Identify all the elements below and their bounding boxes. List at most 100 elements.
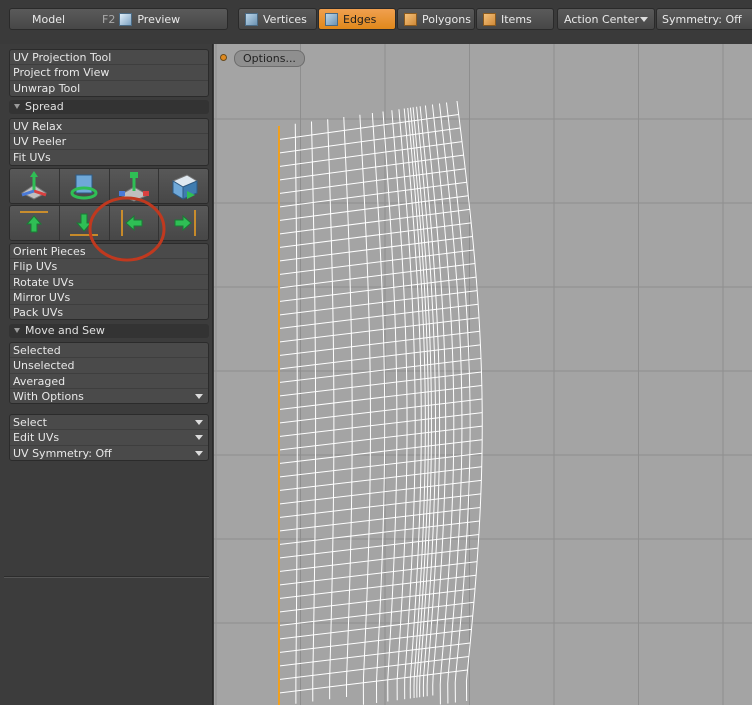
preview-icon xyxy=(119,12,133,26)
vertices-button[interactable]: Vertices xyxy=(238,8,317,30)
vertices-icon xyxy=(245,12,258,26)
polygons-icon xyxy=(404,12,417,26)
uv-edge xyxy=(278,588,476,613)
uv-projection-tool-button[interactable]: UV Projection Tool xyxy=(10,50,208,66)
uv-viewport[interactable]: Options... xyxy=(214,44,752,705)
model-shortcut: F2 xyxy=(102,12,116,26)
options-button[interactable]: Options... xyxy=(234,50,305,67)
uv-edge xyxy=(278,561,478,586)
uv-edge xyxy=(278,249,474,275)
uv-edge xyxy=(278,371,482,397)
action-center-label: Action Center xyxy=(564,12,639,26)
items-label: Items xyxy=(501,12,532,26)
uv-tools-panel: UV Projection Tool Project from View Unw… xyxy=(0,44,213,705)
spread-tools-group: UV Relax UV Peeler Fit UVs xyxy=(9,118,209,166)
uv-grid xyxy=(214,44,752,705)
uv-edge xyxy=(278,290,478,316)
uv-edge xyxy=(278,317,480,343)
select-dropdown[interactable]: Select xyxy=(10,415,208,431)
layout-tabs: Model F2 Preview xyxy=(9,8,228,30)
uv-peeler-button[interactable]: UV Peeler xyxy=(10,134,208,150)
sew-with-options-dropdown[interactable]: With Options xyxy=(10,389,208,403)
uv-edge xyxy=(278,439,483,464)
uv-edge xyxy=(278,344,481,370)
uv-edge xyxy=(343,116,353,698)
edges-icon xyxy=(325,12,338,26)
move-and-sew-header-label: Move and Sew xyxy=(25,324,105,337)
rotate-uvs-button[interactable]: Rotate UVs xyxy=(10,275,208,290)
polygons-label: Polygons xyxy=(422,12,471,26)
preview-tab[interactable]: Preview xyxy=(137,13,180,26)
edit-uvs-dropdown[interactable]: Edit UVs xyxy=(10,430,208,446)
align-top-button[interactable] xyxy=(10,206,60,240)
options-indicator-icon xyxy=(220,54,227,61)
uv-relax-button[interactable]: UV Relax xyxy=(10,119,208,135)
uv-edge xyxy=(278,276,477,302)
uv-edge xyxy=(278,425,483,451)
uv-edge xyxy=(278,154,464,181)
uv-edge xyxy=(278,357,482,383)
uv-edge xyxy=(278,222,472,248)
uv-edge xyxy=(310,121,317,702)
uv-edge xyxy=(278,195,469,221)
uv-edge xyxy=(278,263,476,289)
uv-edge xyxy=(278,114,459,140)
sew-selected-button[interactable]: Selected xyxy=(10,343,208,359)
edges-label: Edges xyxy=(343,12,377,26)
uv-edge xyxy=(278,235,473,262)
edges-button[interactable]: Edges xyxy=(318,8,396,30)
symmetry-label: Symmetry: Off xyxy=(662,12,742,26)
sew-averaged-button[interactable]: Averaged xyxy=(10,374,208,389)
vertices-label: Vertices xyxy=(263,12,307,26)
uv-edge xyxy=(278,412,483,437)
spread-header-label: Spread xyxy=(25,100,64,113)
align-top-icon xyxy=(20,211,48,233)
uv-mesh-canvas[interactable] xyxy=(214,44,752,705)
symmetry-dropdown[interactable]: Symmetry: Off xyxy=(656,8,752,30)
move-and-sew-section-header[interactable]: Move and Sew xyxy=(9,324,209,338)
uv-edge xyxy=(278,493,481,518)
move-uv-button[interactable] xyxy=(10,169,60,203)
chevron-down-icon xyxy=(640,17,648,22)
uv-edge xyxy=(278,547,479,572)
top-toolbar: Model F2 Preview Vertices Edges Polygons… xyxy=(0,0,752,44)
model-tab[interactable]: Model xyxy=(32,13,65,26)
project-from-view-button[interactable]: Project from View xyxy=(10,65,208,81)
uv-symmetry-dropdown[interactable]: UV Symmetry: Off xyxy=(10,446,208,460)
uv-dropdowns-group: Select Edit UVs UV Symmetry: Off xyxy=(9,414,209,461)
collapse-triangle-icon xyxy=(14,328,20,333)
uv-edge xyxy=(278,398,483,424)
uv-edge xyxy=(278,452,483,478)
move-uv-icon xyxy=(21,171,47,200)
sew-unselected-button[interactable]: Unselected xyxy=(10,358,208,374)
uv-edge xyxy=(278,574,477,599)
move-and-sew-group: Selected Unselected Averaged With Option… xyxy=(9,342,209,404)
uv-edge xyxy=(278,479,482,505)
uv-edge xyxy=(278,127,461,154)
uv-edge xyxy=(294,123,298,704)
fit-uvs-button[interactable]: Fit UVs xyxy=(10,150,208,165)
uv-edge xyxy=(278,466,482,491)
action-center-dropdown[interactable]: Action Center xyxy=(557,8,655,30)
polygons-button[interactable]: Polygons xyxy=(397,8,475,30)
uv-edge xyxy=(278,534,479,559)
uv-mesh xyxy=(278,100,483,705)
uv-edge xyxy=(327,119,335,700)
uv-edge xyxy=(278,168,466,194)
uv-edge xyxy=(278,520,480,545)
uv-edge xyxy=(278,506,481,532)
collapse-triangle-icon xyxy=(14,104,20,109)
uv-edge xyxy=(278,208,470,235)
items-icon xyxy=(483,12,496,26)
pack-uvs-button[interactable]: Pack UVs xyxy=(10,305,208,319)
uv-edge xyxy=(278,303,479,329)
highlight-circle-annotation xyxy=(88,196,166,262)
unwrap-tool-button[interactable]: Unwrap Tool xyxy=(10,81,208,96)
mirror-uvs-button[interactable]: Mirror UVs xyxy=(10,290,208,306)
items-button[interactable]: Items xyxy=(476,8,554,30)
uv-projection-group: UV Projection Tool Project from View Unw… xyxy=(9,49,209,97)
uv-edge xyxy=(278,669,468,694)
spread-section-header[interactable]: Spread xyxy=(9,100,209,114)
panel-divider-highlight xyxy=(4,577,209,578)
uv-edge xyxy=(278,385,482,410)
